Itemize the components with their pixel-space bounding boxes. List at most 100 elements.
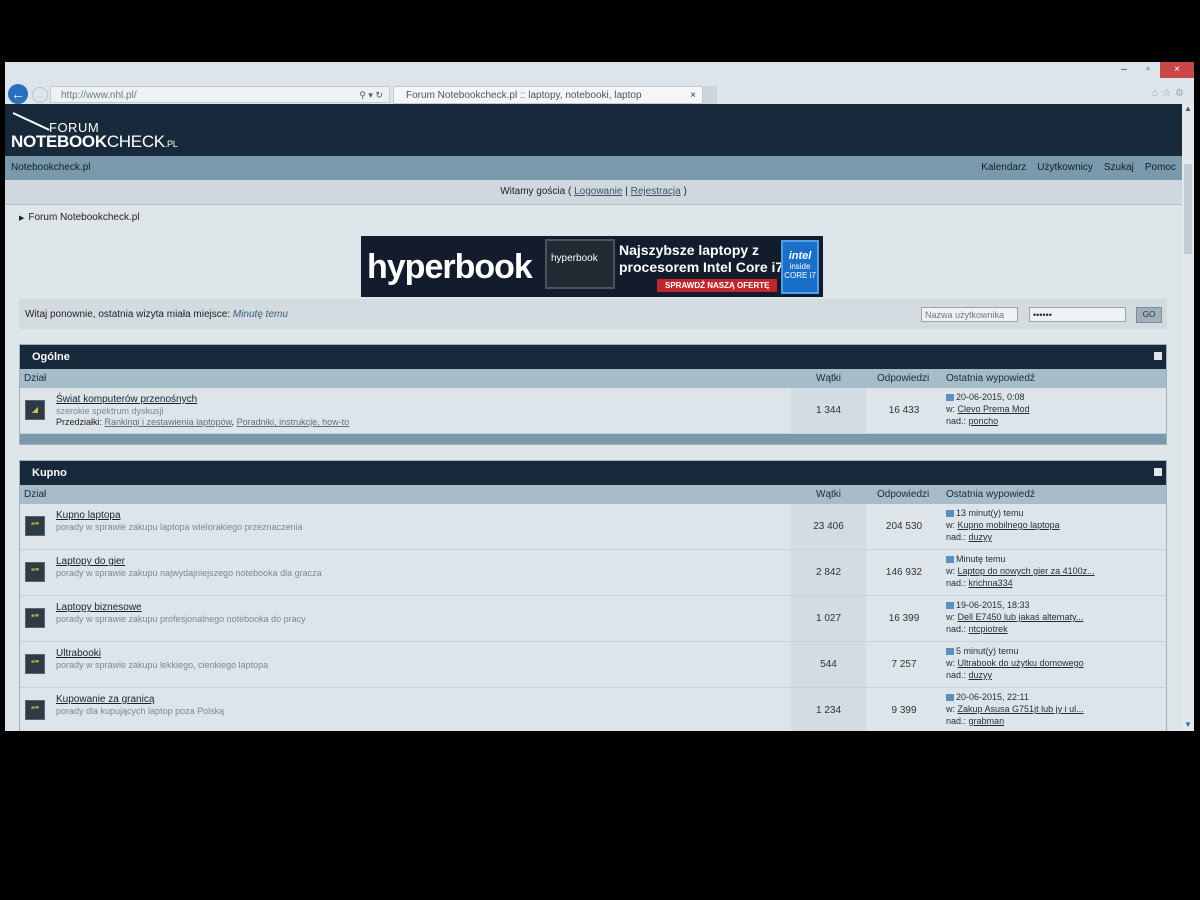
category-title[interactable]: Kupno [32,467,67,479]
last-post: 19-06-2015, 18:33 w: Dell E7450 lub jaka… [946,599,1083,635]
reply-count: 9 399 [891,705,917,716]
scrollbar-thumb[interactable] [1184,164,1192,254]
ad-laptop-label: hyperbook [551,253,598,264]
category-ogolne: Ogólne Dział Wątki Odpowiedzi Ostatnia w… [19,344,1167,445]
last-post-by-label: nad.: [946,624,967,634]
post-icon[interactable] [946,510,954,518]
category-title[interactable]: Ogólne [32,351,70,363]
last-post-thread-link[interactable]: Dell E7450 lub jakaś alternaty... [958,612,1084,622]
last-post-time: 5 minut(y) temu [956,646,1019,656]
last-post-author-link[interactable]: duzyy [969,532,993,542]
nav-calendar[interactable]: Kalendarz [981,162,1026,173]
refresh-icon[interactable]: ↻ [375,90,383,100]
forum-title-link[interactable]: Laptopy do gier [56,556,125,567]
last-post-time: 13 minut(y) temu [956,508,1024,518]
forum-title-link[interactable]: Kupno laptopa [56,510,121,521]
forward-arrow-icon[interactable]: → [32,87,48,103]
forum-title-link[interactable]: Ultrabooki [56,648,101,659]
col-threads: Wątki [816,373,841,384]
forum-title-link[interactable]: Kupowanie za granicą [56,694,154,705]
last-post-in-label: w: [946,704,955,714]
post-icon[interactable] [946,694,954,702]
logo-slash [12,112,50,131]
forum-description: porady w sprawie zakupu lekkiego, cienki… [56,660,269,670]
forum-title-link[interactable]: Świat komputerów przenośnych [56,394,197,405]
star-icon[interactable]: ☆ [1162,88,1175,99]
maximize-button[interactable]: ▫ [1136,62,1160,78]
back-arrow-icon[interactable]: ← [8,84,28,104]
page-scrollbar[interactable]: ▲ ▼ [1182,104,1194,731]
collapse-icon[interactable] [1154,468,1162,476]
forum-icon: ❝❞ [25,654,45,674]
thread-count: 544 [791,642,866,687]
nav-search[interactable]: Szukaj [1104,162,1134,173]
minimize-button[interactable]: – [1112,62,1136,78]
last-post-thread-link[interactable]: Clevo Prema Mod [958,404,1030,414]
forum-icon: ◢ [25,400,45,420]
register-link[interactable]: Rejestracja [631,186,681,197]
nav-help[interactable]: Pomoc [1145,162,1176,173]
ad-cta-button[interactable]: SPRAWDŹ NASZĄ OFERTĘ [657,279,778,292]
post-icon[interactable] [946,394,954,402]
subforum-link[interactable]: Poradniki, instrukcje, how-to [237,417,350,427]
reply-count: 7 257 [891,659,917,670]
intel-inside-text: inside [789,262,811,271]
category-header: Ogólne [20,345,1166,369]
last-post-thread-link[interactable]: Laptop do nowych gier za 4100z... [958,566,1095,576]
last-post-in-label: w: [946,612,955,622]
browser-tab[interactable]: Forum Notebookcheck.pl :: laptopy, noteb… [393,86,703,104]
last-post-thread-link[interactable]: Kupno mobilnego laptopa [958,520,1060,530]
search-icon[interactable]: ⚲ [359,90,366,100]
breadcrumb-arrow-icon: ▶ [19,215,25,222]
welcome-close: ) [683,186,687,197]
last-post-author-link[interactable]: krichna334 [969,578,1013,588]
col-forum: Dział [24,373,47,384]
monitor-screen: – ▫ × ← → http://www.nhl.pl/ ⚲ ▾ ↻ Forum… [5,62,1194,731]
last-post-by-label: nad.: [946,716,967,726]
breadcrumb: ▶ Forum Notebookcheck.pl [19,212,1167,226]
last-post-author-link[interactable]: ntcpiotrek [969,624,1008,634]
ad-laptop-image: hyperbook [545,239,615,289]
last-post-author-link[interactable]: grabman [969,716,1005,726]
last-post-author-link[interactable]: poncho [969,416,999,426]
forum-title-link[interactable]: Laptopy biznesowe [56,602,142,613]
address-bar[interactable]: http://www.nhl.pl/ ⚲ ▾ ↻ [50,86,390,103]
new-tab-button[interactable] [703,86,717,104]
login-link[interactable]: Logowanie [574,186,622,197]
last-visit-label: Witaj ponownie, ostatnia wizyta miała mi… [25,309,231,320]
nav-users[interactable]: Użytkownicy [1037,162,1093,173]
home-icon[interactable]: ⌂ [1152,88,1162,99]
tab-close-icon[interactable]: × [690,87,696,105]
category-kupno: Kupno Dział Wątki Odpowiedzi Ostatnia wy… [19,460,1167,731]
col-forum: Dział [24,489,47,500]
close-window-button[interactable]: × [1160,62,1194,78]
last-post-thread-link[interactable]: Ultrabook do użytku domowego [958,658,1084,668]
post-icon[interactable] [946,648,954,656]
subforum-link[interactable]: Rankingi i zestawienia laptopów [105,417,232,427]
last-post-author-link[interactable]: duzyy [969,670,993,680]
post-icon[interactable] [946,602,954,610]
post-icon[interactable] [946,556,954,564]
scroll-down-icon[interactable]: ▼ [1182,720,1194,729]
scroll-up-icon[interactable]: ▲ [1182,104,1194,113]
forum-description: porady w sprawie zakupu laptopa wielorak… [56,522,303,532]
site-header: FORUM NOTEBOOKCHECK.PL [5,104,1182,156]
window-controls: – ▫ × [1112,62,1194,78]
forum-description: szerokie spektrum dyskusji [56,406,164,416]
welcome-bar: Witamy gościa ( Logowanie | Rejestracja … [5,180,1182,205]
navbar-links: Kalendarz Użytkownicy Szukaj Pomoc [981,162,1176,173]
password-input[interactable] [1029,307,1126,322]
collapse-icon[interactable] [1154,352,1162,360]
gear-icon[interactable]: ⚙ [1175,88,1188,99]
forum-row: ◢ Świat komputerów przenośnych szerokie … [20,388,1166,434]
navbar-home-link[interactable]: Notebookcheck.pl [11,162,91,173]
navbar: Notebookcheck.pl Kalendarz Użytkownicy S… [5,156,1182,180]
login-go-button[interactable]: GO [1136,307,1162,323]
last-post-thread-link[interactable]: Zakup Asusa G751jt lub jy i ul... [958,704,1084,714]
forum-row: ❝❞ Kupowanie za granicą porady dla kupuj… [20,688,1166,731]
subforums-label: Przedziałki: [56,417,103,427]
breadcrumb-link[interactable]: Forum Notebookcheck.pl [28,212,139,223]
ad-banner[interactable]: hyperbook hyperbook Najszybsze laptopy z… [361,236,823,297]
ad-tagline-line2: procesorem Intel Core i7 [619,259,784,275]
username-input[interactable] [921,307,1018,322]
